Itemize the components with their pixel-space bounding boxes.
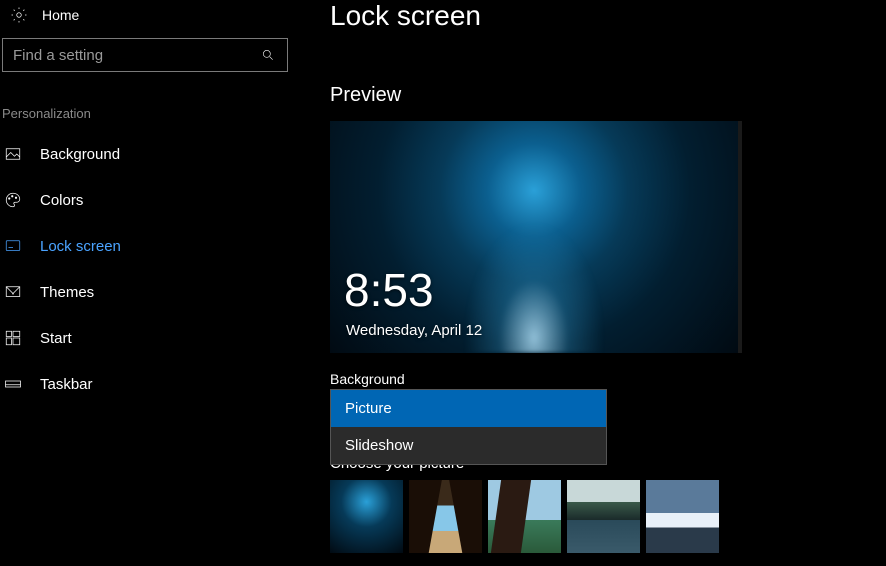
sidebar-item-colors[interactable]: Colors — [0, 177, 300, 223]
background-dropdown[interactable]: Picture Slideshow — [330, 389, 607, 465]
picture-thumbnail[interactable] — [646, 480, 719, 553]
page-title: Lock screen — [330, 0, 886, 32]
sidebar-item-taskbar[interactable]: Taskbar — [0, 361, 300, 407]
sidebar-item-themes[interactable]: Themes — [0, 269, 300, 315]
sidebar-item-label: Colors — [40, 192, 83, 209]
sidebar-section-label: Personalization — [0, 72, 300, 131]
home-label: Home — [42, 7, 79, 23]
preview-time: 8:53 — [344, 263, 434, 317]
settings-sidebar: Home Personalization Background Colors L… — [0, 0, 300, 566]
themes-icon — [4, 283, 22, 301]
sidebar-item-label: Taskbar — [40, 376, 93, 393]
preview-heading: Preview — [330, 84, 886, 107]
picture-thumbnail[interactable] — [488, 480, 561, 553]
lockscreen-icon — [4, 237, 22, 255]
gear-icon — [10, 6, 28, 24]
sidebar-item-label: Background — [40, 146, 120, 163]
search-input[interactable] — [13, 47, 259, 64]
lockscreen-preview: 8:53 Wednesday, April 12 — [330, 121, 742, 353]
background-field-label: Background — [330, 371, 886, 387]
dropdown-option-slideshow[interactable]: Slideshow — [331, 427, 606, 464]
picture-thumbnail[interactable] — [567, 480, 640, 553]
sidebar-item-start[interactable]: Start — [0, 315, 300, 361]
sidebar-item-label: Themes — [40, 284, 94, 301]
palette-icon — [4, 191, 22, 209]
search-input-container[interactable] — [2, 38, 288, 72]
picture-thumbnails — [330, 480, 886, 553]
start-icon — [4, 329, 22, 347]
sidebar-item-label: Lock screen — [40, 238, 121, 255]
home-link[interactable]: Home — [0, 0, 300, 38]
picture-icon — [4, 145, 22, 163]
picture-thumbnail[interactable] — [409, 480, 482, 553]
search-icon — [259, 46, 277, 64]
preview-date: Wednesday, April 12 — [346, 322, 482, 339]
sidebar-item-background[interactable]: Background — [0, 131, 300, 177]
dropdown-option-picture[interactable]: Picture — [331, 390, 606, 427]
picture-thumbnail[interactable] — [330, 480, 403, 553]
sidebar-item-lockscreen[interactable]: Lock screen — [0, 223, 300, 269]
taskbar-icon — [4, 375, 22, 393]
sidebar-item-label: Start — [40, 330, 72, 347]
main-content: Lock screen Preview 8:53 Wednesday, Apri… — [300, 0, 886, 566]
